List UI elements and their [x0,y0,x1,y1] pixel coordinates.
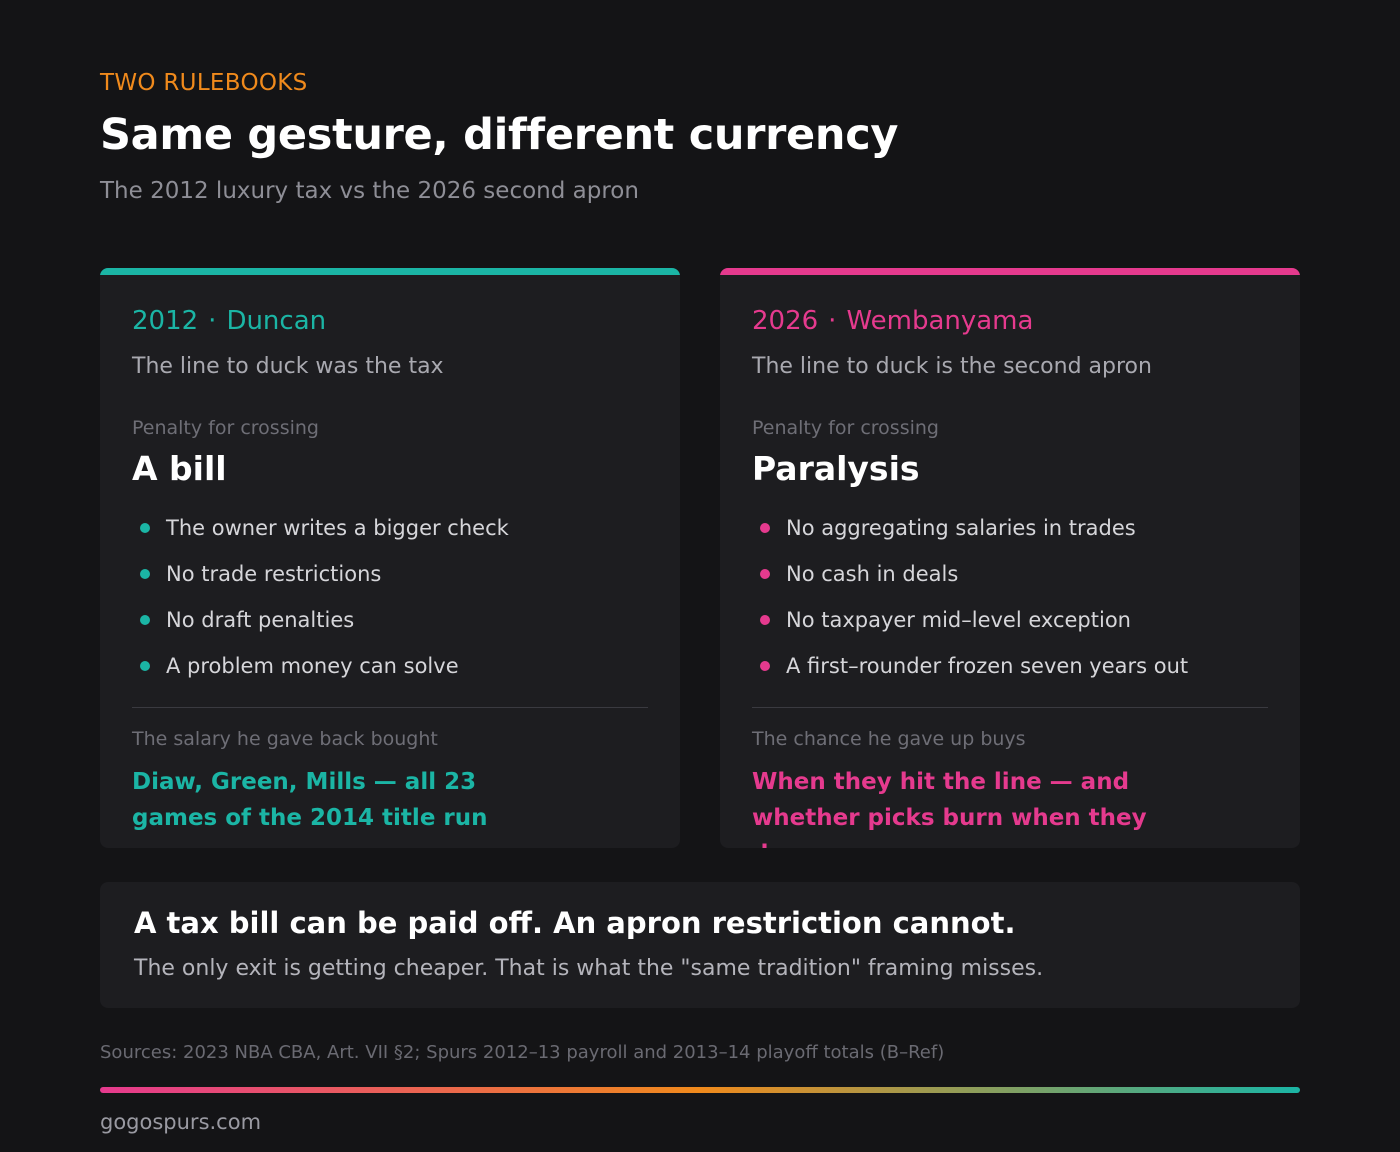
bullet-dot-icon [140,615,150,625]
gradient-divider [100,1087,1300,1093]
bullet-dot-icon [760,523,770,533]
card-foot-label: The chance he gave up buys [752,728,1026,750]
callout-body: The only exit is getting cheaper. That i… [134,956,1044,981]
card-heading: 2012 · Duncan [132,306,326,336]
page-subtitle: The 2012 luxury tax vs the 2026 second a… [100,178,639,204]
penalty-value: A bill [132,449,227,488]
card-foot-value: When they hit the line — and whether pic… [752,769,1147,848]
bullet-list: No aggregating salaries in trades No cas… [752,514,1188,698]
infographic: TWO RULEBOOKS Same gesture, different cu… [0,0,1400,1152]
list-item: No draft penalties [132,606,509,652]
list-item-text: No trade restrictions [166,562,382,586]
sources-note: Sources: 2023 NBA CBA, Art. VII §2; Spur… [100,1042,945,1063]
list-item-text: The owner writes a bigger check [166,516,509,540]
list-item: No taxpayer mid–level exception [752,606,1188,652]
card-year: 2012 [132,306,199,336]
page-title: Same gesture, different currency [100,110,899,160]
card-player-name: Duncan [226,306,327,336]
bullet-dot-icon [140,661,150,671]
list-item-text: No cash in deals [786,562,959,586]
list-item: The owner writes a bigger check [132,514,509,560]
card-accent-bar [100,268,680,275]
card-year: 2026 [752,306,819,336]
card-2026-wembanyama: 2026 · Wembanyama The line to duck is the … [720,268,1300,848]
bullet-list: The owner writes a bigger check No trade… [132,514,509,698]
takeaway-callout: A tax bill can be paid off. An apron res… [100,882,1300,1008]
list-item: A problem money can solve [132,652,509,698]
card-divider [132,707,648,708]
card-heading: 2026 · Wembanyama [752,306,1033,336]
list-item-text: No taxpayer mid–level exception [786,608,1131,632]
card-foot-value: Diaw, Green, Mills — all 23 games of the… [132,769,488,831]
list-item-text: No aggregating salaries in trades [786,516,1136,540]
list-item: A first–rounder frozen seven years out [752,652,1188,698]
list-item-text: A problem money can solve [166,654,459,678]
penalty-label: Penalty for crossing [132,417,319,439]
card-line-text: The line to duck is the second apron [752,354,1152,379]
card-separator: · [208,306,217,336]
list-item: No cash in deals [752,560,1188,606]
bullet-dot-icon [760,615,770,625]
eyebrow-label: TWO RULEBOOKS [100,70,308,96]
card-line-text: The line to duck was the tax [132,354,444,379]
card-2012-duncan: 2012 · Duncan The line to duck was the tax… [100,268,680,848]
card-divider [752,707,1268,708]
card-foot-label: The salary he gave back bought [132,728,438,750]
card-player-name: Wembanyama [846,306,1034,336]
brand-name: gogospurs.com [100,1110,262,1134]
bullet-dot-icon [760,569,770,579]
card-accent-bar [720,268,1300,275]
list-item: No aggregating salaries in trades [752,514,1188,560]
bullet-dot-icon [140,523,150,533]
bullet-dot-icon [760,661,770,671]
penalty-label: Penalty for crossing [752,417,939,439]
list-item-text: A first–rounder frozen seven years out [786,654,1189,678]
callout-title: A tax bill can be paid off. An apron res… [134,906,1016,940]
list-item-text: No draft penalties [166,608,355,632]
card-separator: · [828,306,837,336]
bullet-dot-icon [140,569,150,579]
penalty-value: Paralysis [752,449,920,488]
list-item: No trade restrictions [132,560,509,606]
